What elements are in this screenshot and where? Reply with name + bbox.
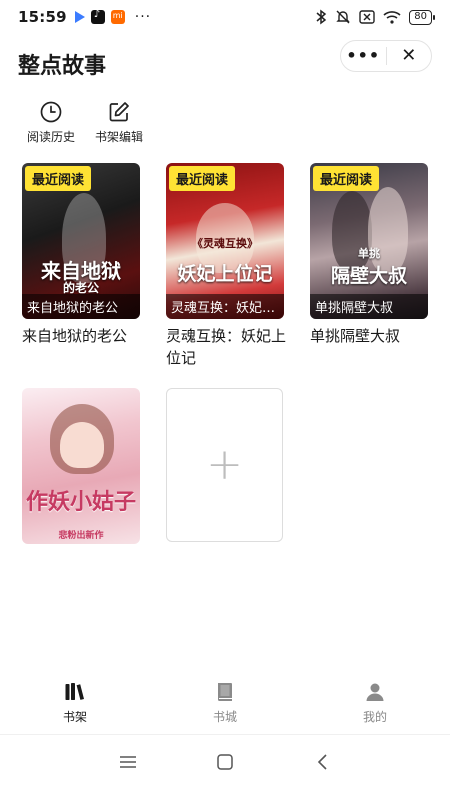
cover-art-title: 妖妃上位记 — [177, 263, 273, 285]
cover-art-title: 隔壁大叔 — [330, 265, 407, 287]
book-title: 灵魂互换：妖妃上位记 — [166, 327, 287, 367]
recent-read-badge: 最近阅读 — [313, 166, 380, 191]
play-icon — [74, 11, 85, 23]
tab-profile[interactable]: 我的 — [300, 672, 450, 730]
book-cover: 单挑 隔壁大叔 最近阅读 单挑隔壁大叔 — [310, 163, 428, 319]
page-title: 整点故事 — [18, 54, 107, 79]
plus-icon: + — [206, 439, 243, 490]
book-title: 单挑隔壁大叔 — [310, 327, 401, 345]
book-item[interactable]: 《灵魂互换》 妖妃上位记 最近阅读 灵魂互换：妖妃… 灵魂互换：妖妃上位记 — [166, 163, 286, 369]
add-book-button[interactable]: + — [166, 388, 283, 542]
tab-profile-label: 我的 — [362, 710, 387, 724]
status-bar: 15:59 ··· 80 — [0, 0, 450, 34]
status-time: 15:59 — [18, 8, 67, 26]
book-item[interactable]: 作妖小姑子 悲粉出新作 — [22, 388, 140, 544]
back-button[interactable] — [307, 747, 337, 777]
edit-shelf-button[interactable]: 书架编辑 — [92, 100, 146, 145]
notification-icons: ··· — [74, 9, 152, 25]
close-button[interactable]: ✕ — [387, 41, 432, 71]
no-sim-icon — [359, 10, 375, 24]
book-cover: 《灵魂互换》 妖妃上位记 最近阅读 灵魂互换：妖妃… — [166, 163, 284, 319]
tab-bookshelf[interactable]: 书架 — [0, 672, 150, 730]
system-icons: 80 — [315, 9, 435, 25]
person-icon — [366, 683, 384, 701]
book-title: 来自地狱的老公 — [22, 327, 128, 345]
tab-bookshelf-label: 书架 — [62, 710, 87, 724]
tiktok-icon — [90, 9, 105, 24]
recents-button[interactable] — [113, 747, 143, 777]
more-button[interactable]: ••• — [341, 41, 386, 71]
cover-caption: 灵魂互换：妖妃… — [166, 294, 284, 319]
battery-icon: 80 — [409, 9, 435, 25]
more-dots-icon: ••• — [346, 46, 381, 65]
tab-bookstore-label: 书城 — [212, 710, 237, 724]
recent-read-badge: 最近阅读 — [25, 166, 92, 191]
book-item[interactable]: 单挑 隔壁大叔 最近阅读 单挑隔壁大叔 单挑隔壁大叔 — [310, 163, 428, 347]
cover-art-subtitle: 《灵魂互换》 — [192, 237, 258, 250]
status-dots: ··· — [134, 9, 152, 25]
cover-art-subtitle: 悲粉出新作 — [58, 531, 104, 541]
cover-figure — [60, 422, 104, 468]
cover-art-subtitle: 单挑 — [358, 247, 380, 260]
book-cover: 作妖小姑子 悲粉出新作 — [22, 388, 140, 544]
tab-bookstore[interactable]: 书城 — [150, 672, 300, 730]
bottom-nav: 书架 书城 我的 — [0, 672, 450, 730]
reading-history-button[interactable]: 阅读历史 — [24, 100, 78, 145]
wifi-icon — [383, 11, 401, 24]
book-icon — [218, 683, 232, 701]
system-navigation-bar — [0, 734, 450, 788]
recent-read-badge: 最近阅读 — [169, 166, 236, 191]
reading-history-label: 阅读历史 — [26, 130, 75, 144]
home-button[interactable] — [210, 747, 240, 777]
book-item[interactable]: 来自地狱 的老公 最近阅读 来自地狱的老公 来自地狱的老公 — [22, 163, 140, 347]
book-cover: 来自地狱 的老公 最近阅读 来自地狱的老公 — [22, 163, 140, 319]
mute-icon — [336, 10, 350, 24]
menu-icon — [120, 755, 137, 768]
edit-shelf-label: 书架编辑 — [94, 130, 143, 144]
close-icon: ✕ — [401, 45, 417, 66]
bluetooth-icon — [316, 9, 327, 25]
back-chevron-icon — [317, 753, 327, 770]
edit-icon — [109, 102, 129, 122]
header: 整点故事 ••• ✕ — [0, 38, 450, 86]
home-square-icon — [217, 753, 233, 770]
cover-caption: 来自地狱的老公 — [22, 294, 140, 319]
cover-caption: 单挑隔壁大叔 — [310, 294, 428, 319]
bookshelf-icon — [65, 683, 84, 700]
mini-program-capsule: ••• ✕ — [340, 40, 432, 72]
clock-icon — [40, 101, 62, 123]
mi-icon — [110, 10, 125, 24]
toolbar: 阅读历史 书架编辑 — [24, 100, 146, 145]
cover-art-title: 作妖小姑子 — [25, 489, 136, 515]
